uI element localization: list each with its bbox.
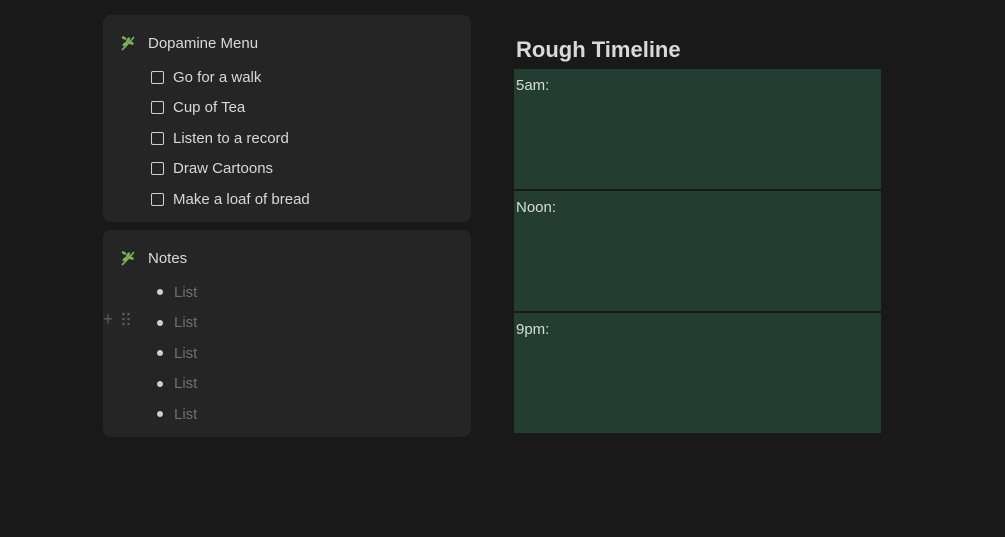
block-handles: +: [101, 310, 131, 328]
timeline-slot-noon[interactable]: Noon:: [514, 191, 881, 311]
dopamine-menu-title[interactable]: Dopamine Menu: [148, 35, 258, 52]
bullet-placeholder[interactable]: List: [174, 345, 197, 362]
list-item[interactable]: List: [151, 369, 197, 400]
slot-label[interactable]: Noon:: [516, 199, 556, 216]
bullet-dot: [157, 411, 163, 418]
bullet-placeholder[interactable]: List: [174, 284, 197, 301]
checkbox[interactable]: [151, 101, 164, 115]
timeline-slot-5am[interactable]: 5am:: [514, 69, 881, 189]
checkbox[interactable]: [151, 70, 164, 84]
todo-item: Go for a walk: [151, 62, 310, 93]
list-item[interactable]: List: [151, 277, 197, 308]
list-item[interactable]: List: [151, 338, 197, 369]
checkbox[interactable]: [151, 192, 164, 206]
list-item[interactable]: List: [151, 399, 197, 430]
leaf-icon[interactable]: [119, 249, 137, 267]
bullet-dot: [157, 319, 163, 326]
checkbox[interactable]: [151, 162, 164, 176]
dopamine-todo-list: Go for a walk Cup of Tea Listen to a rec…: [151, 62, 310, 215]
timeline-slot-9pm[interactable]: 9pm:: [514, 313, 881, 433]
checkbox[interactable]: [151, 131, 164, 145]
todo-text[interactable]: Cup of Tea: [173, 99, 245, 116]
todo-text[interactable]: Make a loaf of bread: [173, 191, 310, 208]
todo-text[interactable]: Listen to a record: [173, 130, 289, 147]
slot-label[interactable]: 5am:: [516, 77, 549, 94]
todo-item: Draw Cartoons: [151, 154, 310, 185]
todo-text[interactable]: Go for a walk: [173, 69, 261, 86]
notes-title[interactable]: Notes: [148, 250, 187, 267]
notes-header: Notes: [119, 247, 187, 269]
bullet-placeholder[interactable]: List: [174, 406, 197, 423]
list-item[interactable]: List: [151, 308, 197, 339]
todo-item: Cup of Tea: [151, 93, 310, 124]
bullet-dot: [157, 289, 163, 296]
notes-bullet-list: List List List List List: [151, 277, 197, 430]
leaf-icon[interactable]: [119, 34, 137, 52]
todo-text[interactable]: Draw Cartoons: [173, 160, 273, 177]
todo-item: Make a loaf of bread: [151, 184, 310, 215]
todo-item: Listen to a record: [151, 123, 310, 154]
drag-handle-icon[interactable]: [121, 311, 131, 327]
dopamine-menu-header: Dopamine Menu: [119, 32, 258, 54]
slot-label[interactable]: 9pm:: [516, 321, 549, 338]
bullet-placeholder[interactable]: List: [174, 314, 197, 331]
bullet-dot: [157, 350, 163, 357]
notes-callout: Notes List List List List List: [103, 230, 471, 437]
bullet-dot: [157, 380, 163, 387]
timeline-heading[interactable]: Rough Timeline: [516, 37, 681, 63]
bullet-placeholder[interactable]: List: [174, 375, 197, 392]
add-block-icon[interactable]: +: [101, 310, 115, 328]
dopamine-menu-callout: Dopamine Menu Go for a walk Cup of Tea L…: [103, 15, 471, 222]
